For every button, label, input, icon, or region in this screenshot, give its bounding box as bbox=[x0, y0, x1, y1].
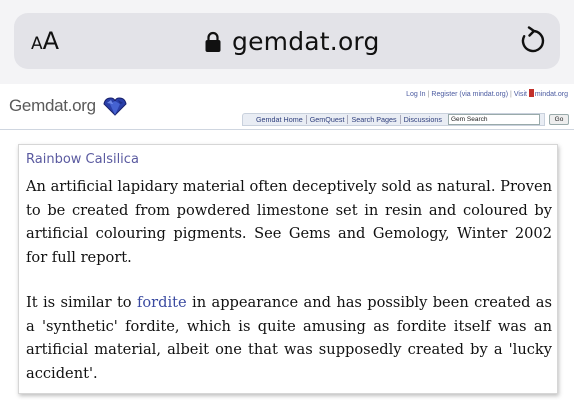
site-logo[interactable]: Gemdat.org bbox=[9, 96, 96, 116]
fordite-link[interactable]: fordite bbox=[137, 294, 187, 311]
browser-toolbar: AA gemdat.org bbox=[0, 0, 574, 84]
entry-title: Rainbow Calsilica bbox=[26, 152, 139, 167]
url-display[interactable]: gemdat.org bbox=[204, 24, 380, 58]
nav-tabs: Gemdat Home GemQuest Search Pages Discus… bbox=[241, 112, 545, 126]
text-size-big: A bbox=[42, 27, 60, 55]
paragraph-2-start: It is similar to bbox=[26, 294, 137, 311]
gem-search-input[interactable]: Gem Search bbox=[448, 113, 540, 125]
register-link[interactable]: Register (via mindat.org) bbox=[431, 91, 508, 98]
account-links: Log In | Register (via mindat.org) | Visit m… bbox=[406, 89, 568, 98]
nav-gemdat-home[interactable]: Gemdat Home bbox=[253, 115, 306, 124]
text-size-button[interactable]: AA bbox=[31, 27, 59, 55]
lock-icon bbox=[204, 31, 222, 53]
gem-logo-icon[interactable] bbox=[103, 96, 127, 116]
entry-panel: Rainbow Calsilica An artificial lapidary… bbox=[18, 144, 558, 394]
reload-icon[interactable] bbox=[520, 26, 546, 56]
text-size-small: A bbox=[31, 34, 43, 54]
login-link[interactable]: Log In bbox=[406, 91, 425, 98]
mindat-link[interactable]: mindat.org bbox=[535, 91, 568, 98]
url-text: gemdat.org bbox=[232, 26, 380, 56]
site-navigation: Gemdat Home GemQuest Search Pages Discus… bbox=[241, 112, 569, 126]
nav-gemquest[interactable]: GemQuest bbox=[305, 114, 348, 124]
visit-label: Visit bbox=[513, 91, 527, 98]
nav-discussions[interactable]: Discussions bbox=[399, 114, 445, 124]
entry-paragraph-1: An artificial lapidary material often de… bbox=[26, 178, 552, 266]
address-bar[interactable]: AA gemdat.org bbox=[14, 13, 560, 69]
go-button[interactable]: Go bbox=[549, 113, 569, 125]
nav-search-pages[interactable]: Search Pages bbox=[347, 114, 399, 124]
web-page: Gemdat.org Log In | Register (via mindat.o… bbox=[0, 84, 574, 400]
mindat-icon bbox=[528, 89, 534, 97]
site-header: Gemdat.org Log In | Register (via mindat.o… bbox=[0, 84, 574, 130]
entry-paragraph-2: It is similar to fordite in appearance a… bbox=[26, 291, 552, 385]
